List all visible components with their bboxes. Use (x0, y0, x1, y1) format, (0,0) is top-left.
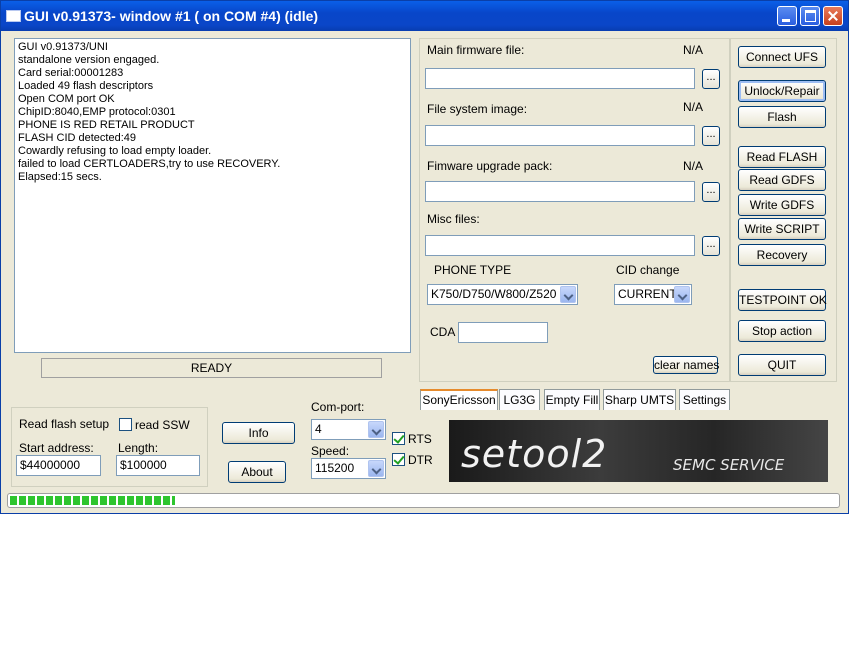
window-title: GUI v0.91373- window #1 ( on COM #4) (id… (24, 8, 319, 24)
log-line: Cowardly refusing to load empty loader. (18, 145, 212, 157)
unlock-repair-button[interactable]: Unlock/Repair (738, 80, 826, 102)
upgrade-pack-status: N/A (683, 159, 704, 173)
setool2-banner: setool2 SEMC SERVICE (449, 420, 828, 482)
phone-type-label: PHONE TYPE (434, 263, 512, 277)
title-bar[interactable]: GUI v0.91373- window #1 ( on COM #4) (id… (1, 1, 848, 31)
phone-type-value: K750/D750/W800/Z520 (431, 287, 557, 301)
read-flash-setup-title: Read flash setup (19, 417, 110, 431)
length-label: Length: (118, 441, 159, 455)
com-port-select[interactable]: 4 (311, 419, 386, 440)
upgrade-pack-input[interactable] (425, 181, 695, 202)
minimize-button[interactable] (777, 6, 797, 26)
read-ssw-checkbox[interactable] (119, 418, 132, 431)
log-line: PHONE IS RED RETAIL PRODUCT (18, 119, 195, 131)
read-ssw-label: read SSW (135, 418, 190, 432)
progress-bar (7, 493, 840, 508)
log-line: Loaded 49 flash descriptors (18, 80, 154, 92)
app-icon (6, 10, 21, 22)
testpoint-ok-button[interactable]: TESTPOINT OK (738, 289, 827, 311)
maximize-button[interactable] (800, 6, 820, 26)
tab-sharp-umts[interactable]: Sharp UMTS (603, 389, 676, 410)
phone-type-select[interactable]: K750/D750/W800/Z520 (427, 284, 578, 305)
chevron-down-icon[interactable] (560, 286, 576, 303)
read-flash-button[interactable]: Read FLASH (738, 146, 826, 168)
main-firmware-status: N/A (683, 43, 704, 57)
tab-lg3g[interactable]: LG3G (499, 389, 540, 410)
clear-names-button[interactable]: clear names (653, 356, 719, 374)
fs-image-browse-button[interactable]: ... (702, 126, 720, 146)
upgrade-pack-label: Fimware upgrade pack: (427, 159, 553, 173)
upgrade-pack-browse-button[interactable]: ... (702, 182, 720, 202)
speed-select[interactable]: 115200 (311, 458, 386, 479)
log-line: ChipID:8040,EMP protocol:0301 (18, 106, 176, 118)
fs-image-status: N/A (683, 100, 704, 114)
dtr-checkbox[interactable] (392, 453, 405, 466)
write-gdfs-button[interactable]: Write GDFS (738, 194, 826, 216)
speed-value: 115200 (315, 461, 355, 475)
quit-button[interactable]: QUIT (738, 354, 826, 376)
log-line: GUI v0.91373/UNI (18, 41, 108, 53)
start-address-input[interactable]: $44000000 (16, 455, 101, 476)
fs-image-input[interactable] (425, 125, 695, 146)
close-button[interactable] (823, 6, 843, 26)
info-button[interactable]: Info (222, 422, 295, 444)
log-line: FLASH CID detected:49 (18, 132, 137, 144)
com-port-label: Com-port: (311, 400, 365, 414)
main-firmware-input[interactable] (425, 68, 695, 89)
cda-label: CDA (430, 325, 456, 339)
misc-files-browse-button[interactable]: ... (702, 236, 720, 256)
recovery-button[interactable]: Recovery (738, 244, 826, 266)
chevron-down-icon[interactable] (674, 286, 690, 303)
banner-subtitle: SEMC SERVICE (673, 456, 785, 474)
log-line: Card serial:00001283 (18, 67, 124, 79)
dtr-label: DTR (408, 453, 433, 467)
tab-empty-fill[interactable]: Empty Fill (544, 389, 600, 410)
flash-button[interactable]: Flash (738, 106, 826, 128)
app-window: GUI v0.91373- window #1 ( on COM #4) (id… (0, 0, 849, 514)
fs-image-label: File system image: (427, 102, 528, 116)
log-line: standalone version engaged. (18, 54, 160, 66)
cid-change-select[interactable]: CURRENT (614, 284, 692, 305)
misc-files-label: Misc files: (427, 212, 480, 226)
com-port-value: 4 (315, 422, 322, 436)
start-address-label: Start address: (19, 441, 94, 455)
chevron-down-icon[interactable] (368, 460, 384, 477)
log-line: failed to load CERTLOADERS,try to use RE… (18, 158, 281, 170)
log-line: Elapsed:15 secs. (18, 171, 102, 183)
misc-files-input[interactable] (425, 235, 695, 256)
speed-label: Speed: (311, 444, 350, 458)
cid-change-value: CURRENT (618, 287, 677, 301)
write-script-button[interactable]: Write SCRIPT (738, 218, 826, 240)
tab-settings[interactable]: Settings (679, 389, 730, 410)
read-gdfs-button[interactable]: Read GDFS (738, 169, 826, 191)
banner-logo: setool2 (461, 432, 608, 476)
main-firmware-browse-button[interactable]: ... (702, 69, 720, 89)
status-bar: READY (41, 358, 382, 378)
log-output[interactable]: GUI v0.91373/UNI standalone version enga… (14, 38, 411, 353)
length-input[interactable]: $100000 (116, 455, 200, 476)
tab-sonyericsson[interactable]: SonyEricsson (420, 389, 498, 410)
cda-input[interactable] (458, 322, 548, 343)
main-firmware-label: Main firmware file: (427, 43, 525, 57)
stop-action-button[interactable]: Stop action (738, 320, 826, 342)
cid-change-label: CID change (616, 263, 680, 277)
chevron-down-icon[interactable] (368, 421, 384, 438)
about-button[interactable]: About (228, 461, 286, 483)
rts-label: RTS (408, 432, 432, 446)
progress-fill (10, 496, 175, 505)
connect-ufs-button[interactable]: Connect UFS (738, 46, 826, 68)
rts-checkbox[interactable] (392, 432, 405, 445)
log-line: Open COM port OK (18, 93, 115, 105)
